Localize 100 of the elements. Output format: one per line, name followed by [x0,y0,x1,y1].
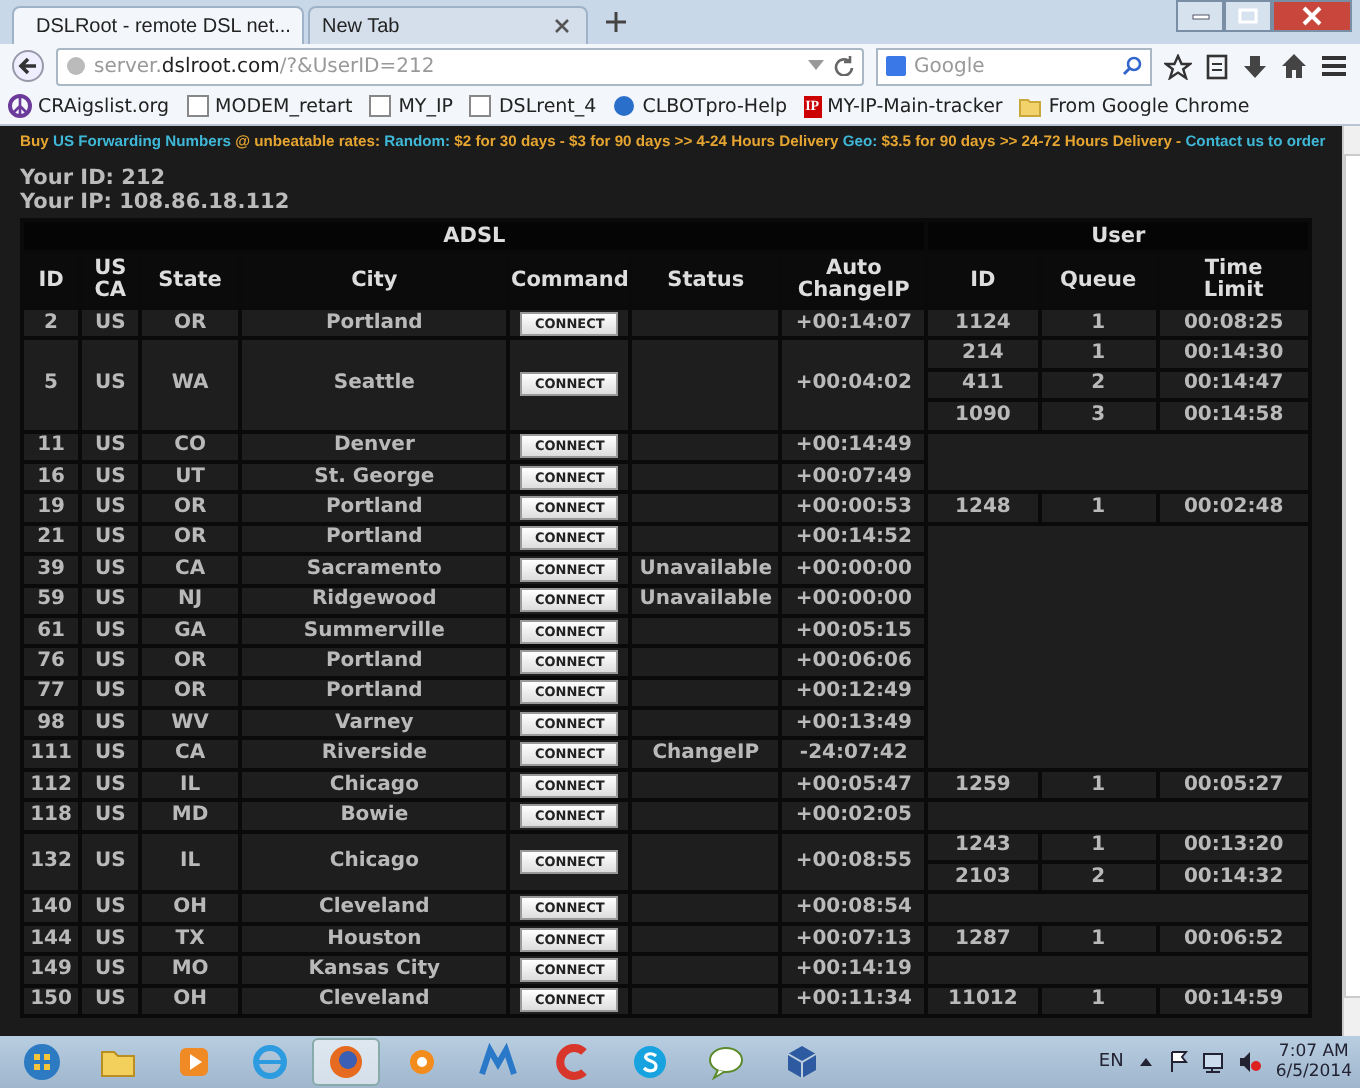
speech-bubble-icon [706,1042,746,1082]
table-cell: 118 [22,800,81,832]
page-icon [468,94,493,118]
table-cell: US [80,954,141,986]
browser-tab[interactable]: New Tab [308,6,588,44]
table-cell: 1124 [926,308,1039,339]
table-cell: WV [140,708,240,739]
back-icon [12,50,44,82]
table-cell: 3 [1039,400,1158,432]
user-id-text: Your ID: 212 [20,166,168,190]
table-cell: 149 [22,954,81,986]
table-cell: 5 [22,338,81,432]
table-cell: OR [140,492,240,524]
table-cell: 19 [22,492,81,524]
column-header: City [239,252,509,308]
table-cell: US [80,831,141,893]
table-cell: MO [140,954,240,986]
play-icon [174,1042,214,1082]
table-cell: US [80,308,141,339]
table-cell: Cleveland [239,892,509,924]
table-cell: US [80,492,141,524]
table-cell: +00:02:05 [780,800,927,832]
table-cell: +00:13:49 [780,708,927,739]
table-cell: Portland [239,308,509,339]
table-cell: Seattle [239,338,509,432]
table-cell: 00:14:58 [1157,400,1310,432]
table-cell: 1090 [926,400,1039,432]
table-cell: +00:00:00 [780,554,927,586]
table-cell: MD [140,800,240,832]
table-cell: Portland [239,646,509,678]
group-header: ADSL [22,220,927,252]
maximize-button[interactable] [1224,0,1272,32]
table-cell: CA [140,554,240,586]
bookmark-link[interactable]: MY_IP [368,94,453,118]
table-cell: US [80,338,141,432]
table-cell: 76 [22,646,81,678]
column-header: ID [22,252,81,308]
column-header: Time Limit [1157,252,1310,308]
taskbar-app-button[interactable] [312,1038,380,1086]
table-cell: 214 [926,338,1039,370]
table-cell: Sacramento [239,554,509,586]
clock-date[interactable]: 6/5/2014 [1275,1062,1352,1082]
plus-icon [604,9,628,33]
table-cell: Riverside [239,738,509,770]
user-ip-text: Your IP: 108.86.18.112 [20,190,292,214]
browser-tab[interactable]: DSLRoot - remote DSL net... [12,6,304,44]
close-icon [1300,4,1324,28]
s-circle-icon [630,1042,670,1082]
table-cell: 1 [1039,338,1158,370]
bookmark-link[interactable]: MODEM_retart [185,94,353,118]
column-header: State [140,252,240,308]
table-cell: 98 [22,708,81,739]
home-icon [1280,52,1308,80]
minimize-button[interactable] [1176,0,1224,32]
table-cell: Chicago [239,831,509,893]
fox-globe-icon [326,1042,366,1082]
table-cell: +00:14:07 [780,308,927,339]
table-cell: US [80,646,141,678]
peace-icon [8,94,32,118]
bookmark-link[interactable]: From Google Chrome [1018,94,1250,118]
table-cell: WA [140,338,240,432]
table-cell: 39 [22,554,81,586]
table-cell: +00:00:53 [780,492,927,524]
cube-icon [782,1042,822,1082]
table-cell: +00:06:06 [780,646,927,678]
language-indicator[interactable]: EN [1098,1052,1124,1072]
table-cell: +00:08:55 [780,831,927,893]
column-header: Queue [1039,252,1158,308]
table-cell: US [80,738,141,770]
clock-time[interactable]: 7:07 AM [1278,1042,1349,1062]
table-cell: US [80,800,141,832]
address-bar[interactable]: server.dslroot.com/?&UserID=212 [56,47,864,85]
table-cell: +00:04:02 [780,338,927,432]
up-arrow-icon [1137,1054,1154,1070]
table-cell: 1 [1039,308,1158,339]
table-cell: 2 [22,308,81,339]
column-header: Status [630,252,781,308]
table-cell: 00:02:48 [1157,492,1310,524]
table-cell: Bowie [239,800,509,832]
clipboard-icon [1204,52,1230,80]
table-cell: -24:07:42 [780,738,927,770]
close-button[interactable] [1272,0,1352,32]
flag-icon [1167,1050,1188,1074]
table-cell: 1248 [926,492,1039,524]
minimize-icon [1191,13,1209,19]
table-cell: 00:14:32 [1157,862,1310,893]
table-cell: 132 [22,831,81,893]
bookmark-link[interactable]: CLBOTpro-Help [612,94,788,118]
table-cell: US [80,554,141,586]
bookmark-link[interactable]: CRAigslist.org [8,94,170,118]
table-cell: CA [140,738,240,770]
menu-icon [1320,52,1348,80]
table-cell: 111 [22,738,81,770]
table-cell: 1 [1039,492,1158,524]
bookmark-link[interactable]: DSLrent_4 [468,94,597,118]
table-cell: 2103 [926,862,1039,893]
restore-icon [1236,4,1260,28]
table-cell: 140 [22,892,81,924]
folder-icon [1018,94,1043,118]
star-icon [1164,53,1192,79]
